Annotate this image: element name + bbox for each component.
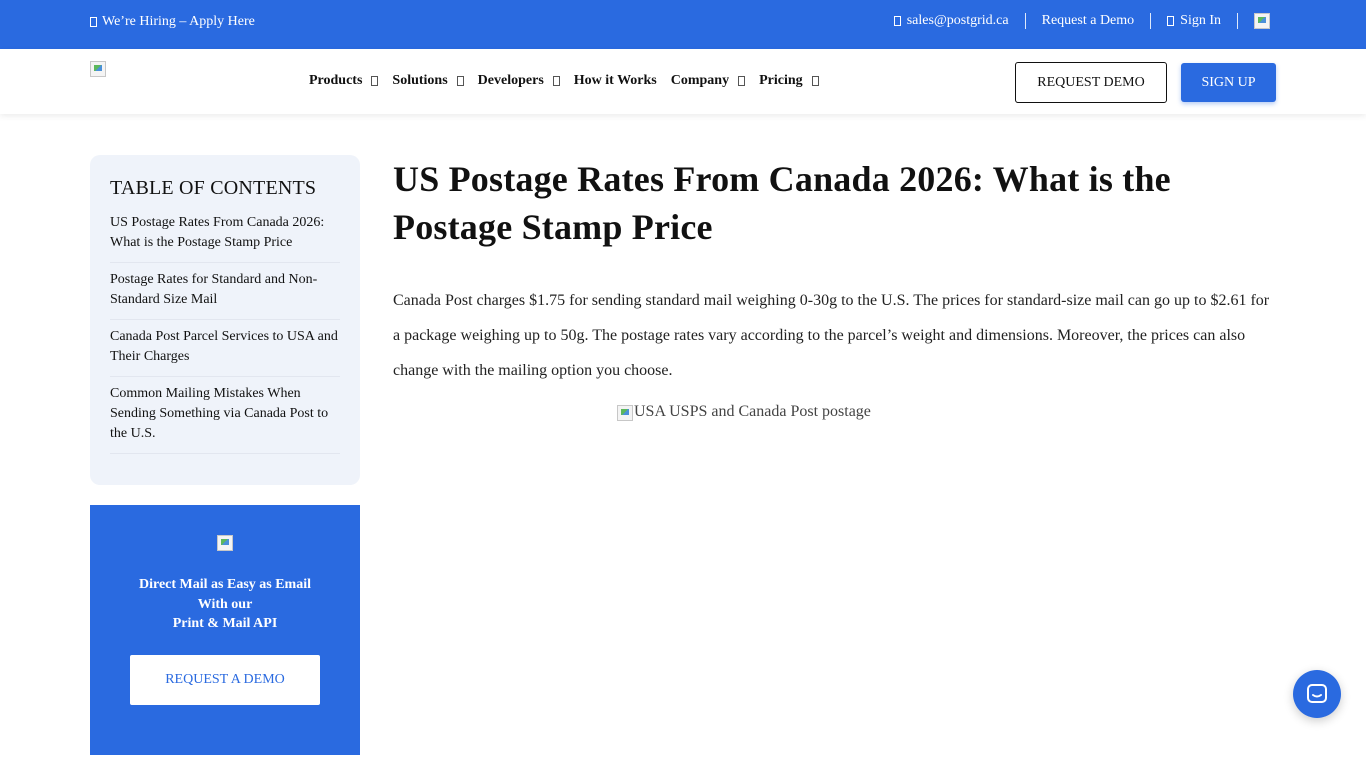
sign-in-link[interactable]: Sign In — [1151, 13, 1238, 29]
user-icon — [1167, 16, 1175, 26]
toc-title: TABLE OF CONTENTS — [110, 177, 317, 199]
toc-list: US Postage Rates From Canada 2026: What … — [110, 210, 340, 454]
nav-item-label: How it Works — [573, 73, 657, 88]
top-bar-links: sales@postgrid.ca Request a Demo Sign In — [878, 13, 1270, 29]
toc-item[interactable]: US Postage Rates From Canada 2026: What … — [110, 210, 340, 263]
chevron-down-icon — [552, 76, 560, 86]
logo-image — [90, 61, 106, 77]
request-demo-link[interactable]: Request a Demo — [1026, 13, 1152, 29]
nav-item-products[interactable]: Products — [309, 73, 379, 89]
nav-menu: Products Solutions Developers How it Works C… — [309, 73, 819, 89]
article-title: US Postage Rates From Canada 2026: What … — [393, 159, 1171, 247]
table-of-contents: TABLE OF CONTENTS US Postage Rates From … — [90, 155, 360, 485]
cta-request-demo-button[interactable]: REQUEST A DEMO — [130, 655, 320, 705]
article-image: USA USPS and Canada Post postage — [617, 403, 871, 421]
hiring-label: We’re Hiring – Apply Here — [102, 14, 255, 29]
canada-flag-icon — [1254, 13, 1270, 29]
toc-item[interactable]: Common Mailing Mistakes When Sending Som… — [110, 377, 340, 454]
cta-box: Direct Mail as Easy as Email With our Pr… — [90, 505, 360, 755]
envelope-icon — [893, 16, 901, 26]
chevron-down-icon — [811, 76, 819, 86]
nav-item-label: Solutions — [392, 73, 448, 88]
email-link[interactable]: sales@postgrid.ca — [878, 13, 1026, 29]
article-intro: Canada Post charges $1.75 for sending st… — [393, 292, 1270, 379]
nav-item-pricing[interactable]: Pricing — [759, 73, 819, 89]
cta-line-3: Print & Mail API — [172, 616, 278, 631]
article-image-alt: USA USPS and Canada Post postage — [634, 403, 871, 420]
toc-item[interactable]: Canada Post Parcel Services to USA and T… — [110, 320, 340, 377]
sign-up-button[interactable]: SIGN UP — [1181, 63, 1276, 102]
cta-line-1: Direct Mail as Easy as Email — [138, 577, 311, 592]
nav-item-label: Developers — [477, 73, 544, 88]
postgrid-logo[interactable] — [90, 61, 106, 82]
nav-item-company[interactable]: Company — [670, 73, 746, 89]
cta-text: Direct Mail as Easy as Email With our Pr… — [90, 575, 360, 634]
nav-item-developers[interactable]: Developers — [478, 73, 560, 89]
hiring-link[interactable]: We’re Hiring – Apply Here — [90, 14, 255, 30]
chat-launcher-button[interactable] — [1293, 670, 1341, 718]
main-nav: Products Solutions Developers How it Works C… — [0, 49, 1366, 114]
broken-image-icon — [617, 405, 633, 421]
toc-item[interactable]: Postage Rates for Standard and Non-Stand… — [110, 263, 340, 320]
nav-item-label: Products — [309, 73, 363, 88]
top-bar: We’re Hiring – Apply Here sales@postgrid… — [0, 0, 1366, 49]
request-demo-button[interactable]: REQUEST DEMO — [1015, 62, 1167, 103]
cta-image — [217, 535, 233, 551]
request-demo-label: Request a Demo — [1041, 13, 1135, 28]
chevron-down-icon — [456, 76, 464, 86]
nav-item-how-it-works[interactable]: How it Works — [574, 73, 657, 89]
chevron-down-icon — [371, 76, 379, 86]
nav-item-solutions[interactable]: Solutions — [392, 73, 464, 89]
chevron-down-icon — [738, 76, 746, 86]
chat-bubble-icon — [1307, 684, 1327, 703]
nav-item-label: Company — [670, 73, 730, 88]
sign-in-label: Sign In — [1180, 13, 1221, 28]
briefcase-icon — [90, 17, 97, 27]
email-label: sales@postgrid.ca — [906, 13, 1009, 28]
language-flag-link[interactable] — [1238, 13, 1270, 29]
article: US Postage Rates From Canada 2026: What … — [393, 155, 1273, 421]
nav-item-label: Pricing — [759, 73, 803, 88]
cta-line-2: With our — [197, 596, 253, 612]
